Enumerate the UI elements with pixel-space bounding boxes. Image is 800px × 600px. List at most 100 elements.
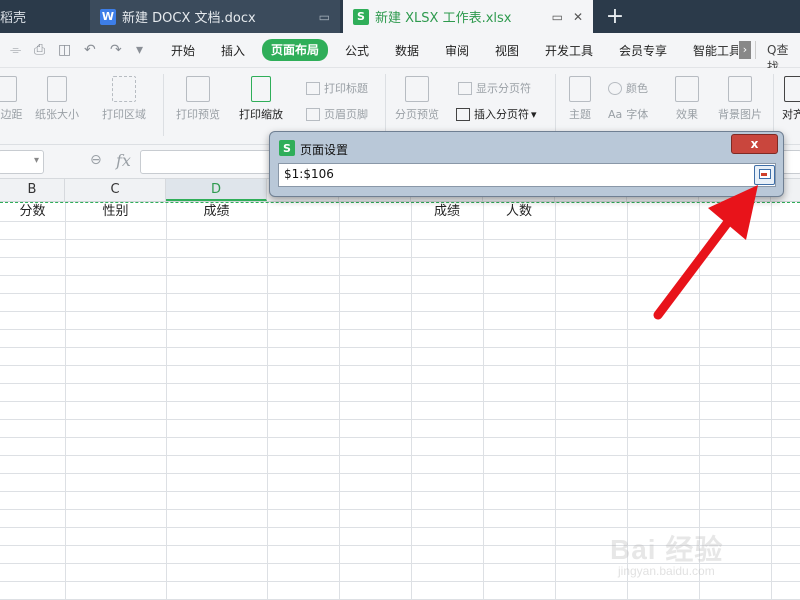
menu-divider — [755, 41, 756, 59]
paper-size-icon — [47, 76, 67, 102]
palette-icon — [608, 81, 622, 95]
grid-row-line — [0, 419, 800, 420]
column-header-d[interactable]: D — [166, 179, 267, 201]
paper-size-label: 纸张大小 — [35, 108, 79, 121]
background-button[interactable]: 背景图片 — [712, 76, 768, 122]
ribbon-divider — [555, 74, 556, 136]
dialog-title: 页面设置 — [300, 143, 349, 157]
print-preview-icon[interactable]: ◫ — [58, 42, 71, 58]
print-titles-button[interactable]: 打印标题 — [306, 80, 368, 96]
menu-page-layout[interactable]: 页面布局 — [262, 39, 329, 61]
tab-docer-label: 稻壳 — [0, 11, 27, 26]
show-page-breaks-checkbox[interactable]: 显示分页符 — [458, 80, 531, 96]
align-icon — [784, 76, 800, 102]
fonts-button[interactable]: Aa 字体 — [608, 106, 648, 122]
menu-member[interactable]: 会员专享 — [619, 41, 667, 61]
grid-row-line — [0, 401, 800, 402]
theme-button[interactable]: 主题 — [560, 76, 600, 122]
grid-row-line — [0, 491, 800, 492]
watermark-url: jingyan.baidu.com — [618, 564, 715, 578]
spreadsheet-icon: S — [279, 140, 295, 156]
align-button[interactable]: 对齐 — [782, 76, 800, 122]
redo-icon[interactable]: ↷ — [110, 42, 122, 58]
ribbon-divider — [385, 74, 386, 136]
print-preview-large-icon — [186, 76, 210, 102]
checkbox-icon — [458, 81, 472, 95]
close-button[interactable]: x — [731, 134, 778, 154]
watermark-logo: Bai 经验 — [610, 534, 724, 565]
menu-smart-tools[interactable]: 智能工具 — [693, 41, 738, 61]
annotation-arrow-icon — [653, 185, 758, 320]
show-page-breaks-label: 显示分页符 — [476, 82, 531, 95]
grid-row-line — [0, 347, 800, 348]
theme-icon — [569, 76, 591, 102]
grid-row-line — [0, 383, 800, 384]
page-break-preview-button[interactable]: 分页预览 — [390, 76, 444, 122]
insert-page-break-button[interactable]: 插入分页符 ▾ — [456, 106, 537, 122]
align-label: 对齐 — [782, 108, 800, 121]
menu-home[interactable]: 开始 — [171, 41, 195, 61]
effects-button[interactable]: 效果 — [668, 76, 706, 122]
zoom-icon[interactable]: ⊖ — [90, 152, 102, 168]
page-break-preview-label: 分页预览 — [395, 108, 439, 121]
word-icon: W — [100, 8, 116, 25]
fx-icon[interactable]: fx — [116, 151, 131, 170]
paper-size-button[interactable]: 纸张大小 — [24, 76, 90, 122]
page-break-preview-icon — [405, 76, 429, 102]
tab-bar: 稻壳 W 新建 DOCX 文档.docx ▭ S 新建 XLSX 工作表.xls… — [0, 0, 800, 33]
monitor-icon[interactable]: ▭ — [552, 10, 563, 24]
ribbon-divider — [773, 74, 774, 136]
cell-d1[interactable]: 成绩 — [166, 203, 267, 221]
tab-xlsx[interactable]: S 新建 XLSX 工作表.xlsx ▭ ✕ — [343, 0, 593, 33]
column-header-b[interactable]: B — [0, 179, 65, 201]
cell-g1[interactable]: 成绩 — [411, 203, 483, 221]
chevron-down-icon[interactable]: ▾ — [34, 155, 39, 166]
grid-row-line — [0, 473, 800, 474]
grid-row-line — [0, 455, 800, 456]
page-break-icon — [456, 107, 470, 121]
grid-row-line — [0, 365, 800, 366]
cell-c1[interactable]: 性别 — [65, 203, 166, 221]
print-area-button[interactable]: 打印区域 — [92, 76, 156, 122]
name-box[interactable]: ▾ — [0, 150, 44, 174]
cell-h1[interactable]: 人数 — [483, 203, 555, 221]
print-icon[interactable]: ⎙ — [34, 42, 45, 58]
menu-data[interactable]: 数据 — [395, 41, 419, 61]
print-titles-icon — [306, 81, 320, 95]
undo-icon[interactable]: ↶ — [84, 42, 96, 58]
menu-insert[interactable]: 插入 — [221, 41, 245, 61]
menu-scroll-right-icon[interactable]: › — [739, 41, 751, 59]
menu-developer[interactable]: 开发工具 — [545, 41, 593, 61]
tab-xlsx-label: 新建 XLSX 工作表.xlsx — [375, 11, 512, 26]
customize-dropdown-icon[interactable]: ▾ — [136, 42, 143, 58]
export-pdf-icon[interactable]: ⌯ — [10, 42, 21, 58]
monitor-icon[interactable]: ▭ — [319, 10, 330, 24]
background-image-icon — [728, 76, 752, 102]
header-footer-label: 页眉页脚 — [324, 108, 368, 121]
tab-docx[interactable]: W 新建 DOCX 文档.docx ▭ — [90, 0, 340, 33]
menu-formulas[interactable]: 公式 — [345, 41, 369, 61]
grid-row-line — [0, 437, 800, 438]
print-area-label: 打印区域 — [102, 108, 146, 121]
tab-docer[interactable]: 稻壳 — [0, 0, 88, 33]
menu-view[interactable]: 视图 — [495, 41, 519, 61]
cell-b1[interactable]: 分数 — [0, 203, 65, 221]
new-tab-button[interactable]: + — [602, 3, 628, 29]
menu-review[interactable]: 审阅 — [445, 41, 469, 61]
tab-docx-label: 新建 DOCX 文档.docx — [122, 11, 256, 26]
colors-button[interactable]: 颜色 — [608, 80, 648, 96]
print-scale-button[interactable]: 打印缩放 — [230, 76, 292, 122]
print-scale-label: 打印缩放 — [239, 108, 283, 121]
column-header-c[interactable]: C — [65, 179, 166, 201]
effects-icon — [675, 76, 699, 102]
header-footer-button[interactable]: 页眉页脚 — [306, 106, 368, 122]
insert-page-break-label: 插入分页符 — [474, 108, 529, 121]
margins-label: 页边距 — [0, 108, 23, 121]
close-tab-icon[interactable]: ✕ — [573, 10, 583, 24]
print-titles-label: 打印标题 — [324, 82, 368, 95]
print-area-icon — [112, 76, 136, 102]
margins-button[interactable]: 页边距 — [0, 76, 26, 122]
theme-label: 主题 — [569, 108, 591, 121]
grid-row-line — [0, 509, 800, 510]
print-preview-button[interactable]: 打印预览 — [170, 76, 226, 122]
